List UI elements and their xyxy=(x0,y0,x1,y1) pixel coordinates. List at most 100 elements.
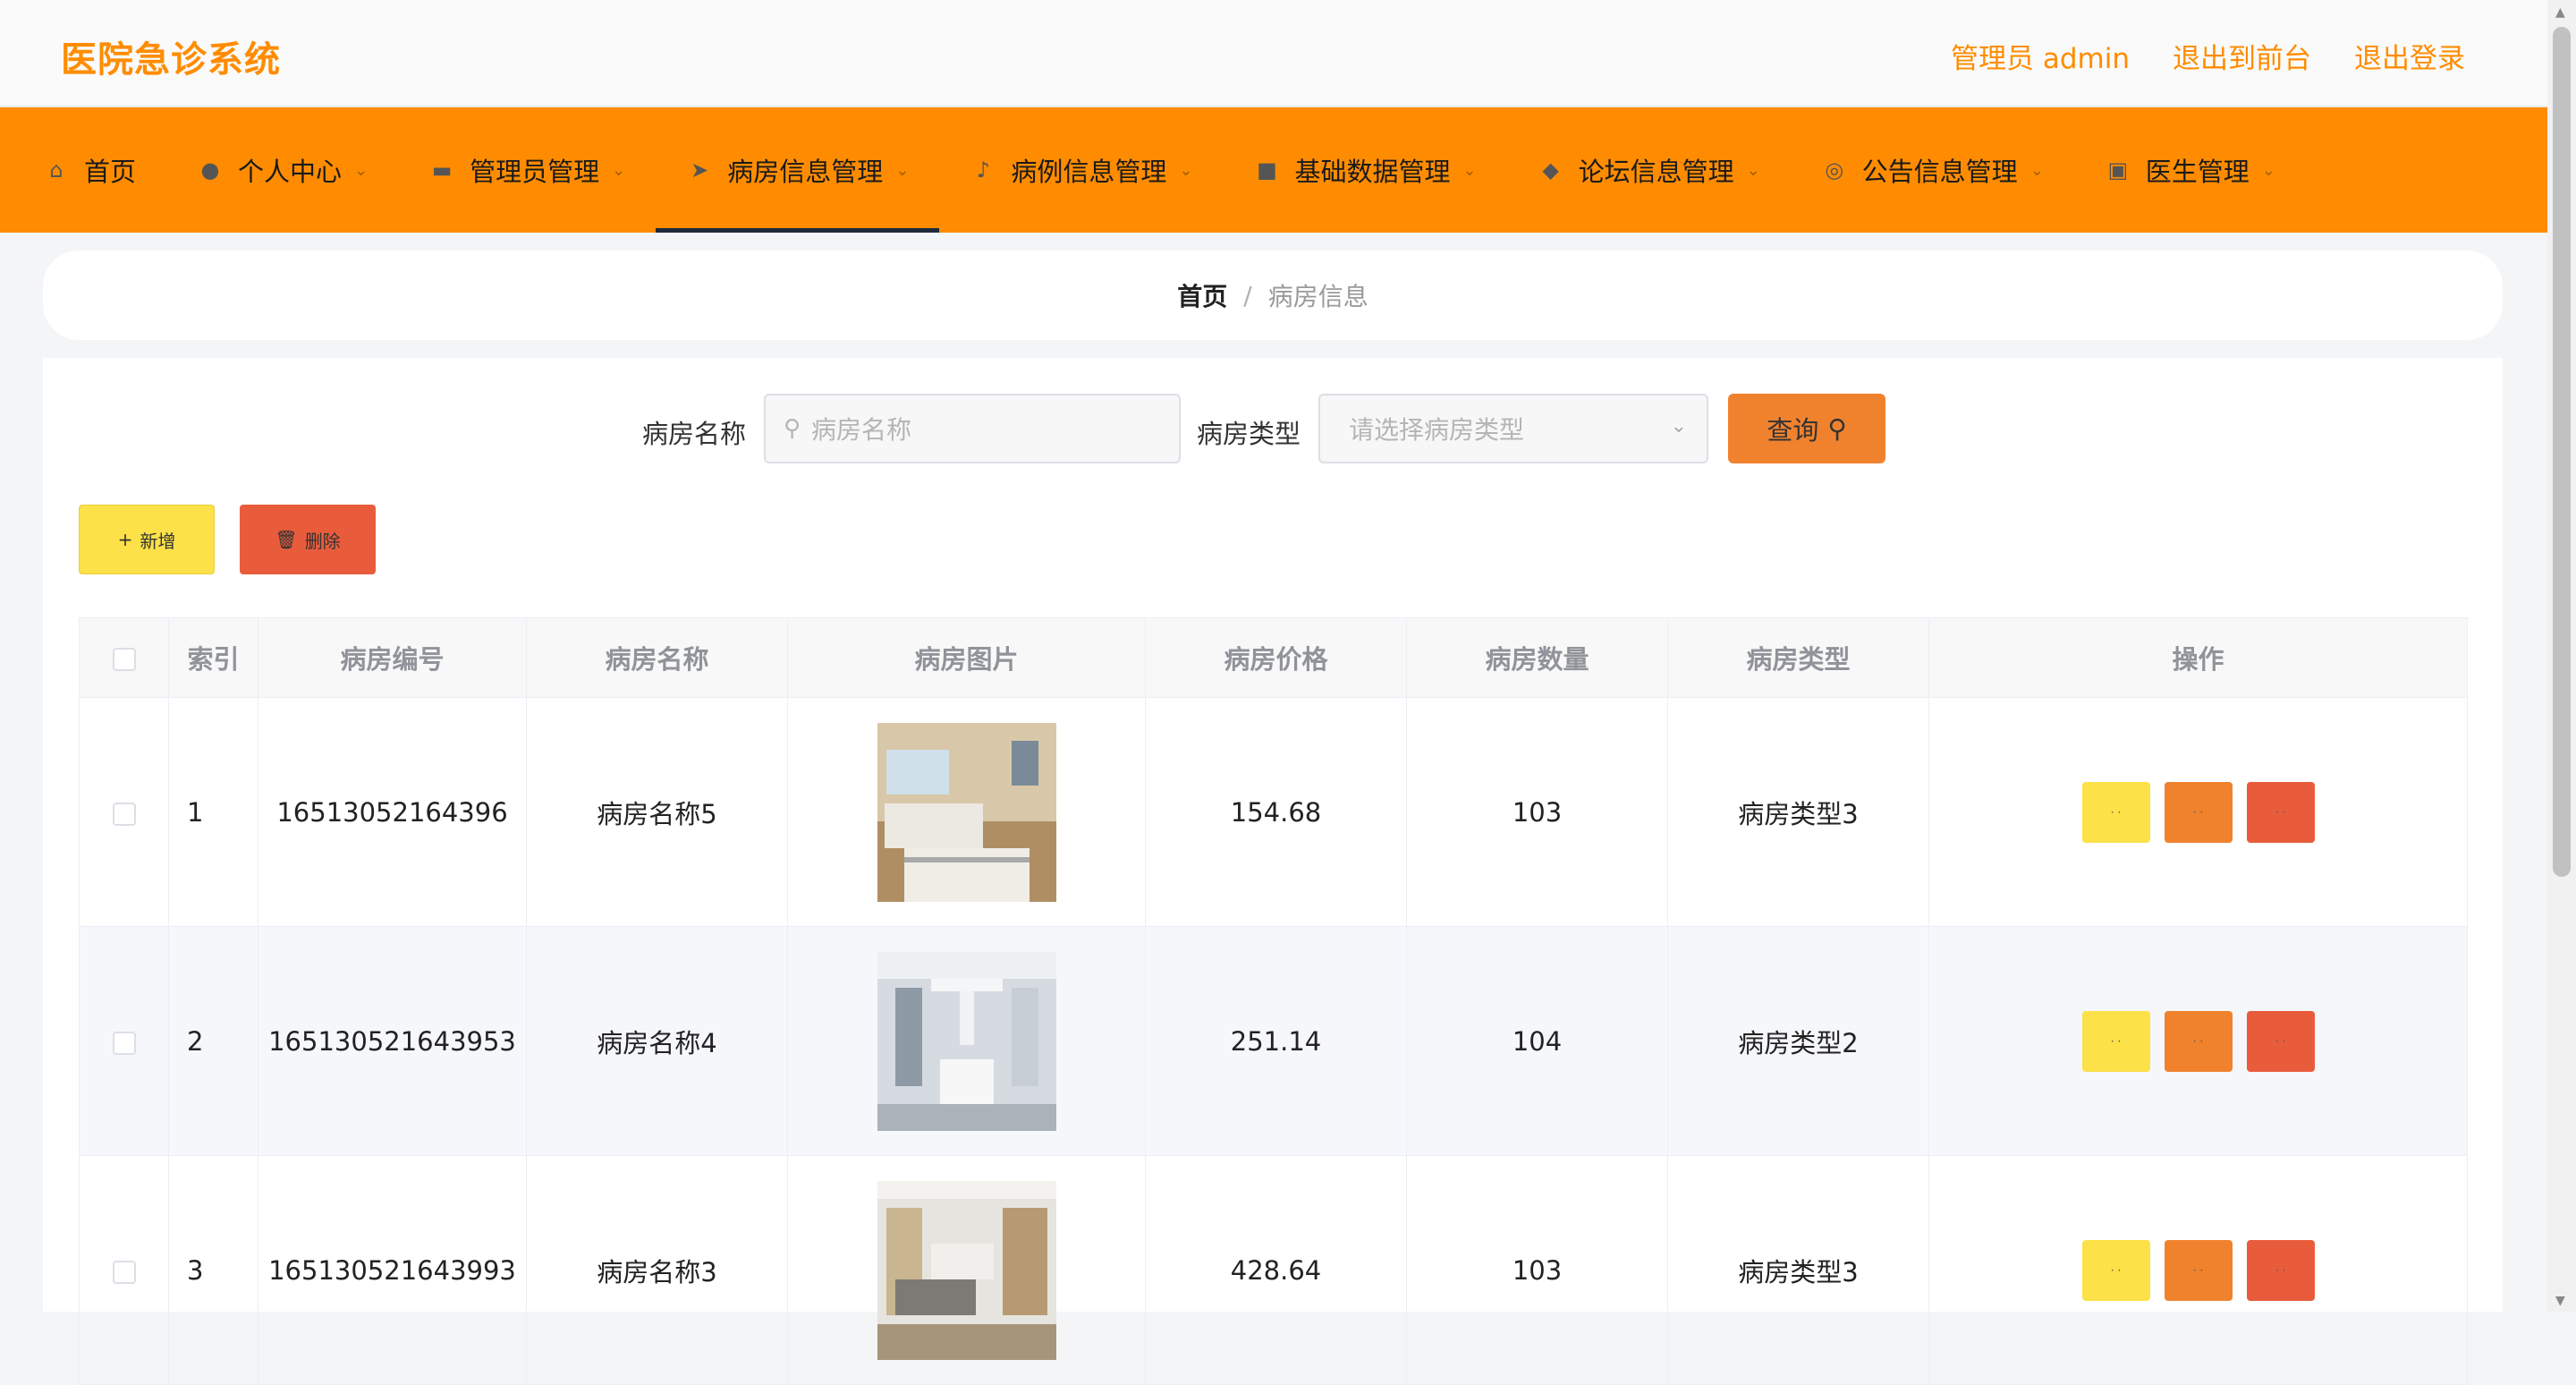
back-to-front-link[interactable]: 退出到前台 xyxy=(2173,36,2311,76)
row-checkbox[interactable] xyxy=(112,1260,136,1284)
nav-item-notice-management[interactable]: ◎ 公告信息管理 ⌄ xyxy=(1791,107,2074,233)
ward-name-placeholder: 病房名称 xyxy=(811,415,912,445)
ward-photo[interactable] xyxy=(877,951,1056,1131)
view-button[interactable]: · · xyxy=(2081,1010,2150,1072)
main-panel: 病房名称 ⚲ 病房名称 病房类型 请选择病房类型 ⌄ 查询 ⚲ + 新增 🗑 删… xyxy=(43,358,2503,1385)
nav-item-doctor-management[interactable]: ▣ 医生管理 ⌄ xyxy=(2074,107,2306,233)
header-name: 病房名称 xyxy=(526,617,788,698)
top-header: 医院急诊系统 管理员 admin 退出到前台 退出登录 xyxy=(0,0,2547,107)
cell-type: 病房类型3 xyxy=(1667,1155,1929,1385)
nav-item-case-management[interactable]: ♪ 病例信息管理 ⌄ xyxy=(939,107,1223,233)
nav-label: 首页 xyxy=(84,157,137,187)
chevron-down-icon: ⌄ xyxy=(354,160,369,180)
cell-count: 104 xyxy=(1406,926,1668,1156)
cell-type: 病房类型2 xyxy=(1667,926,1929,1156)
select-all-checkbox[interactable] xyxy=(112,648,136,671)
nav-item-personal-center[interactable]: ● 个人中心 ⌄ xyxy=(166,107,398,233)
cell-count: 103 xyxy=(1406,697,1668,927)
bell-icon: ◆ xyxy=(1542,157,1559,183)
row-select-cell xyxy=(79,697,169,927)
row-delete-button[interactable]: · · xyxy=(2246,781,2315,843)
delete-button[interactable]: 🗑 删除 xyxy=(240,505,376,574)
add-label: 新增 xyxy=(140,530,176,552)
header-actions: 操作 xyxy=(1928,617,2468,698)
breadcrumb-current: 病房信息 xyxy=(1267,282,1368,311)
search-icon: ⚲ xyxy=(1827,413,1847,444)
cell-image xyxy=(787,697,1146,927)
cell-price: 154.68 xyxy=(1145,697,1407,927)
row-checkbox[interactable] xyxy=(112,1031,136,1055)
scroll-up-icon[interactable]: ▲ xyxy=(2555,5,2565,20)
select-all-cell xyxy=(79,617,169,698)
cell-actions: · · · · · · xyxy=(1928,697,2468,927)
vertical-scrollbar[interactable]: ▲ ▼ xyxy=(2547,0,2576,1312)
nav-label: 病例信息管理 xyxy=(1011,157,1167,187)
row-select-cell xyxy=(79,926,169,1156)
query-label: 查询 xyxy=(1767,415,1819,446)
picture-icon: ▣ xyxy=(2107,157,2129,183)
ward-photo[interactable] xyxy=(877,1180,1056,1360)
admin-user-link[interactable]: 管理员 admin xyxy=(1951,36,2130,76)
cell-actions: · · · · · · xyxy=(1928,926,2468,1156)
header-code: 病房编号 xyxy=(258,617,527,698)
logout-link[interactable]: 退出登录 xyxy=(2354,36,2465,76)
chevron-down-icon: ⌄ xyxy=(2029,160,2044,180)
ward-photo[interactable] xyxy=(877,722,1056,902)
cell-name: 病房名称5 xyxy=(526,697,788,927)
send-icon: ➤ xyxy=(691,157,709,183)
cell-image xyxy=(787,926,1146,1156)
view-button[interactable]: · · xyxy=(2081,1239,2150,1301)
plus-icon: + xyxy=(117,529,133,550)
cell-index: 2 xyxy=(168,926,258,1156)
nav-item-admin-management[interactable]: ▬ 管理员管理 ⌄ xyxy=(398,107,656,233)
breadcrumb-home[interactable]: 首页 xyxy=(1177,277,1227,313)
cell-price: 251.14 xyxy=(1145,926,1407,1156)
monitor-icon: ▬ xyxy=(431,157,453,183)
breadcrumb: 首页 / 病房信息 xyxy=(43,251,2503,340)
edit-button[interactable]: · · xyxy=(2164,1010,2233,1072)
cell-code: 165130521643993 xyxy=(258,1155,527,1385)
app-logo: 医院急诊系统 xyxy=(61,39,281,81)
header-type: 病房类型 xyxy=(1667,617,1929,698)
chevron-down-icon: ⌄ xyxy=(1746,160,1760,180)
scrollbar-thumb[interactable] xyxy=(2553,27,2571,877)
row-checkbox[interactable] xyxy=(112,802,136,826)
ward-type-select[interactable]: 请选择病房类型 ⌄ xyxy=(1318,394,1708,463)
view-button[interactable]: · · xyxy=(2081,781,2150,843)
row-delete-button[interactable]: · · xyxy=(2246,1010,2315,1072)
main-nav: ⌂ 首页 ● 个人中心 ⌄ ▬ 管理员管理 ⌄ ➤ 病房信息管理 ⌄ ♪ 病例信… xyxy=(0,107,2547,233)
ward-name-label: 病房名称 xyxy=(642,419,747,449)
header-count: 病房数量 xyxy=(1406,617,1668,698)
header-index: 索引 xyxy=(168,617,258,698)
table-row: 2 165130521643953 病房名称4 251.14 104 病房类型2… xyxy=(79,926,2468,1156)
nav-label: 医生管理 xyxy=(2145,157,2250,187)
user-icon: ● xyxy=(200,157,220,183)
home-icon: ⌂ xyxy=(49,157,64,183)
row-select-cell xyxy=(79,1155,169,1385)
add-button[interactable]: + 新增 xyxy=(79,505,215,574)
cell-price: 428.64 xyxy=(1145,1155,1407,1385)
microphone-icon: ♪ xyxy=(976,157,990,183)
header-image: 病房图片 xyxy=(787,617,1146,698)
scroll-down-icon[interactable]: ▼ xyxy=(2555,1294,2565,1308)
chevron-down-icon: ⌄ xyxy=(1670,415,1687,438)
table-header-row: 索引 病房编号 病房名称 病房图片 病房价格 病房数量 病房类型 操作 xyxy=(79,617,2468,698)
cell-actions: · · · · · · xyxy=(1928,1155,2468,1385)
row-delete-button[interactable]: · · xyxy=(2246,1239,2315,1301)
cell-index: 3 xyxy=(168,1155,258,1385)
cell-code: 16513052164396 xyxy=(258,697,527,927)
ward-table: 索引 病房编号 病房名称 病房图片 病房价格 病房数量 病房类型 操作 1 16… xyxy=(79,617,2468,1385)
chevron-down-icon: ⌄ xyxy=(1462,160,1477,180)
edit-button[interactable]: · · xyxy=(2164,781,2233,843)
search-form: 病房名称 ⚲ 病房名称 病房类型 请选择病房类型 ⌄ 查询 ⚲ xyxy=(43,394,2503,465)
query-button[interactable]: 查询 ⚲ xyxy=(1728,394,1885,463)
edit-button[interactable]: · · xyxy=(2164,1239,2233,1301)
ward-name-input[interactable]: ⚲ 病房名称 xyxy=(764,394,1181,463)
nav-item-base-data-management[interactable]: ■ 基础数据管理 ⌄ xyxy=(1223,107,1506,233)
header-price: 病房价格 xyxy=(1145,617,1407,698)
nav-item-home[interactable]: ⌂ 首页 xyxy=(0,107,166,233)
nav-label: 公告信息管理 xyxy=(1861,157,2018,187)
cell-code: 165130521643953 xyxy=(258,926,527,1156)
nav-item-forum-management[interactable]: ◆ 论坛信息管理 ⌄ xyxy=(1507,107,1791,233)
nav-item-ward-management[interactable]: ➤ 病房信息管理 ⌄ xyxy=(656,107,940,233)
